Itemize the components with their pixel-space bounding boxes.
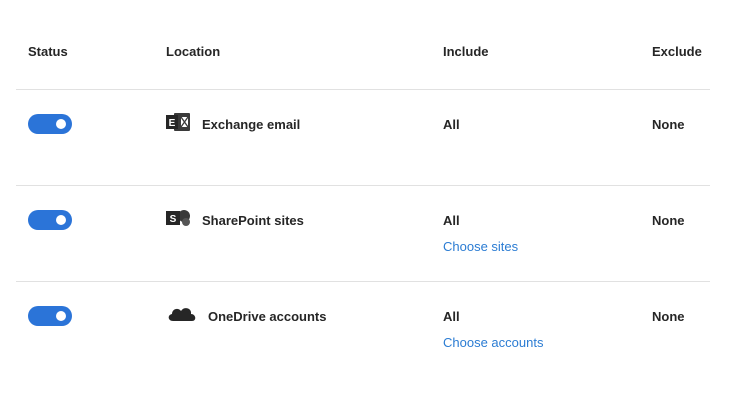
- toggle-knob: [56, 215, 66, 225]
- location-onedrive: OneDrive accounts: [166, 306, 327, 326]
- sharepoint-icon: S: [166, 207, 192, 234]
- table-row: OneDrive accounts All Choose accounts No…: [0, 306, 731, 402]
- toggle-knob: [56, 311, 66, 321]
- location-sharepoint: S SharePoint sites: [166, 209, 304, 230]
- status-toggle-sharepoint[interactable]: [28, 210, 72, 230]
- row-divider: [16, 281, 710, 282]
- location-label: OneDrive accounts: [208, 308, 327, 324]
- toggle-knob: [56, 119, 66, 129]
- column-header-location: Location: [166, 44, 221, 59]
- column-header-status: Status: [28, 44, 68, 59]
- row-divider: [16, 185, 710, 186]
- status-toggle-exchange[interactable]: [28, 114, 72, 134]
- onedrive-icon: [166, 303, 198, 330]
- column-header-include: Include: [443, 44, 489, 59]
- exclude-value: None: [652, 213, 685, 228]
- location-label: SharePoint sites: [202, 212, 304, 228]
- table-header: Status Location Include Exclude: [0, 0, 731, 88]
- table-row: S SharePoint sites All Choose sites None: [0, 209, 731, 306]
- include-value: All: [443, 213, 460, 228]
- include-value: All: [443, 309, 460, 324]
- table-row: E Exchange email All None: [0, 112, 731, 210]
- location-exchange: E Exchange email: [166, 112, 301, 134]
- column-header-exclude: Exclude: [652, 44, 702, 59]
- header-divider: [16, 89, 710, 90]
- svg-text:E: E: [169, 118, 176, 129]
- exclude-value: None: [652, 309, 685, 324]
- location-label: Exchange email: [202, 116, 301, 132]
- choose-accounts-link[interactable]: Choose accounts: [443, 335, 543, 351]
- status-toggle-onedrive[interactable]: [28, 306, 72, 326]
- exchange-icon: E: [166, 111, 192, 138]
- svg-text:S: S: [170, 214, 177, 225]
- choose-sites-link[interactable]: Choose sites: [443, 239, 518, 255]
- exclude-value: None: [652, 117, 685, 132]
- include-value: All: [443, 117, 460, 132]
